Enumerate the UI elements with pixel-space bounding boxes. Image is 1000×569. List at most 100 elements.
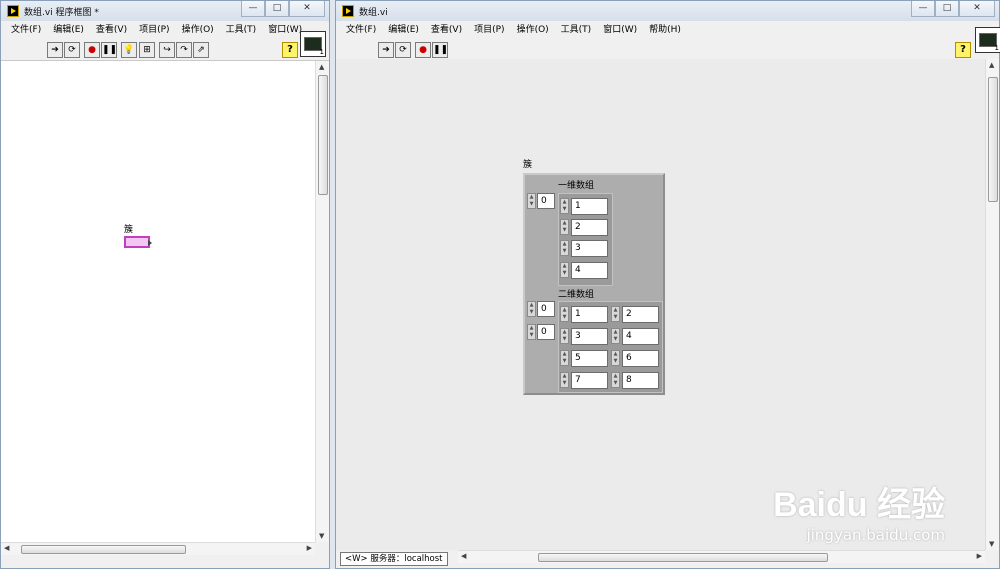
scroll-up-icon[interactable]: ▲ [989, 61, 994, 69]
menu-project[interactable]: 项目(P) [133, 21, 175, 39]
menu-tools[interactable]: 工具(T) [555, 21, 598, 39]
step-out-icon[interactable]: ⇗ [193, 42, 209, 58]
array1-element-3-spinner[interactable]: ▲ ▼ [560, 262, 569, 278]
array2-col-index-spinner[interactable]: ▲ ▼ [527, 324, 536, 340]
run-arrow-icon[interactable]: ➔ [378, 42, 394, 58]
right-vscroll-thumb[interactable] [988, 77, 998, 202]
spinner[interactable]: ▲ ▼ [560, 306, 569, 322]
scroll-up-icon[interactable]: ▲ [319, 63, 324, 71]
array2-value[interactable]: 8 [622, 372, 659, 389]
run-arrow-icon[interactable]: ➔ [47, 42, 63, 58]
array2-value[interactable]: 5 [571, 350, 608, 367]
scroll-down-icon[interactable]: ▼ [989, 540, 994, 548]
right-vertical-scrollbar[interactable]: ▲ ▼ [985, 59, 999, 550]
scroll-left-icon[interactable]: ◀ [461, 552, 466, 560]
array2-row-index-spinner[interactable]: ▲ ▼ [527, 301, 536, 317]
vi-connector-icon[interactable]: 1 [300, 31, 326, 57]
scroll-right-icon[interactable]: ▶ [307, 544, 312, 552]
array2-value[interactable]: 3 [571, 328, 608, 345]
array2-row-index-value[interactable]: 0 [537, 301, 555, 317]
array2-element-0-1[interactable]: ▲ ▼ 2 [611, 306, 661, 323]
step-over-icon[interactable]: ↷ [176, 42, 192, 58]
close-button[interactable]: ✕ [289, 1, 325, 17]
maximize-button[interactable]: □ [935, 1, 959, 17]
spinner[interactable]: ▲ ▼ [560, 350, 569, 366]
array1-element-0-value[interactable]: 1 [571, 198, 608, 215]
front-panel-canvas[interactable]: 簇 一维数组 ▲ ▼ 0 ▲ ▼ 1 ▲ ▼ 2 ▲ ▼ 3 ▲ ▼ 4 二维数… [336, 59, 985, 550]
scroll-left-icon[interactable]: ◀ [4, 544, 9, 552]
spinner[interactable]: ▲ ▼ [560, 328, 569, 344]
close-button[interactable]: ✕ [959, 1, 995, 17]
array1-element-1-value[interactable]: 2 [571, 219, 608, 236]
array2-element-3-0[interactable]: ▲ ▼ 7 [560, 372, 610, 389]
abort-icon[interactable]: ● [415, 42, 431, 58]
left-vscroll-thumb[interactable] [318, 75, 328, 195]
menu-file[interactable]: 文件(F) [340, 21, 382, 39]
left-vertical-scrollbar[interactable]: ▲ ▼ [315, 61, 329, 542]
right-titlebar[interactable]: 数组.vi — □ ✕ [336, 1, 999, 21]
array1-element-1-spinner[interactable]: ▲ ▼ [560, 219, 569, 235]
array2-element-2-1[interactable]: ▲ ▼ 6 [611, 350, 661, 367]
vi-connector-icon[interactable]: 1 [975, 27, 1000, 53]
menu-view[interactable]: 查看(V) [90, 21, 133, 39]
abort-icon[interactable]: ● [84, 42, 100, 58]
array2-value[interactable]: 2 [622, 306, 659, 323]
run-continuous-icon[interactable]: ⟳ [395, 42, 411, 58]
menu-edit[interactable]: 编辑(E) [382, 21, 425, 39]
left-titlebar[interactable]: 数组.vi 程序框图 * — □ ✕ [1, 1, 329, 21]
array2-element-1-1[interactable]: ▲ ▼ 4 [611, 328, 661, 345]
spinner[interactable]: ▲ ▼ [560, 372, 569, 388]
array1-index-control[interactable]: ▲ ▼ 0 [527, 193, 555, 209]
minimize-button[interactable]: — [911, 1, 935, 17]
help-icon[interactable]: ? [282, 42, 298, 58]
spinner[interactable]: ▲ ▼ [611, 350, 620, 366]
menu-help[interactable]: 帮助(H) [643, 21, 687, 39]
array1-element-2[interactable]: ▲ ▼ 3 [560, 240, 610, 257]
pause-icon[interactable]: ❚❚ [432, 42, 448, 58]
spinner[interactable]: ▲ ▼ [611, 372, 620, 388]
array2-element-1-0[interactable]: ▲ ▼ 3 [560, 328, 610, 345]
array1-element-0-spinner[interactable]: ▲ ▼ [560, 198, 569, 214]
array1-element-1[interactable]: ▲ ▼ 2 [560, 219, 610, 236]
array2-col-index-control[interactable]: ▲ ▼ 0 [527, 324, 555, 340]
array1-index-value[interactable]: 0 [537, 193, 555, 209]
spinner[interactable]: ▲ ▼ [611, 306, 620, 322]
maximize-button[interactable]: □ [265, 1, 289, 17]
menu-file[interactable]: 文件(F) [5, 21, 47, 39]
cluster-terminal-node[interactable] [124, 236, 152, 248]
menu-operate[interactable]: 操作(O) [176, 21, 220, 39]
run-continuous-icon[interactable]: ⟳ [64, 42, 80, 58]
menu-edit[interactable]: 编辑(E) [47, 21, 90, 39]
array1-index-spinner[interactable]: ▲ ▼ [527, 193, 536, 209]
array1-element-3[interactable]: ▲ ▼ 4 [560, 262, 610, 279]
menu-tools[interactable]: 工具(T) [220, 21, 263, 39]
array2-value[interactable]: 7 [571, 372, 608, 389]
array2-value[interactable]: 1 [571, 306, 608, 323]
menu-operate[interactable]: 操作(O) [511, 21, 555, 39]
right-hscroll-thumb[interactable] [538, 553, 828, 562]
array1-element-0[interactable]: ▲ ▼ 1 [560, 198, 610, 215]
left-horizontal-scrollbar[interactable]: ◀ ▶ [1, 542, 315, 555]
pause-icon[interactable]: ❚❚ [101, 42, 117, 58]
spinner[interactable]: ▲ ▼ [611, 328, 620, 344]
scroll-right-icon[interactable]: ▶ [977, 552, 982, 560]
array2-row-index-control[interactable]: ▲ ▼ 0 [527, 301, 555, 317]
highlight-execution-icon[interactable]: 💡 [121, 42, 137, 58]
left-hscroll-thumb[interactable] [21, 545, 186, 554]
array2-element-0-0[interactable]: ▲ ▼ 1 [560, 306, 610, 323]
cluster-control[interactable]: 一维数组 ▲ ▼ 0 ▲ ▼ 1 ▲ ▼ 2 ▲ ▼ 3 ▲ ▼ 4 二维数组 … [523, 173, 665, 395]
menu-window[interactable]: 窗口(W) [597, 21, 643, 39]
array2-col-index-value[interactable]: 0 [537, 324, 555, 340]
array2-value[interactable]: 4 [622, 328, 659, 345]
block-diagram-canvas[interactable]: 簇 [1, 61, 315, 542]
menu-view[interactable]: 查看(V) [425, 21, 468, 39]
array1-element-2-spinner[interactable]: ▲ ▼ [560, 240, 569, 256]
minimize-button[interactable]: — [241, 1, 265, 17]
array1-element-3-value[interactable]: 4 [571, 262, 608, 279]
array2-element-3-1[interactable]: ▲ ▼ 8 [611, 372, 661, 389]
help-icon[interactable]: ? [955, 42, 971, 58]
array2-element-2-0[interactable]: ▲ ▼ 5 [560, 350, 610, 367]
step-into-icon[interactable]: ↪ [159, 42, 175, 58]
right-horizontal-scrollbar[interactable]: ◀ ▶ [458, 550, 985, 563]
array1-element-2-value[interactable]: 3 [571, 240, 608, 257]
